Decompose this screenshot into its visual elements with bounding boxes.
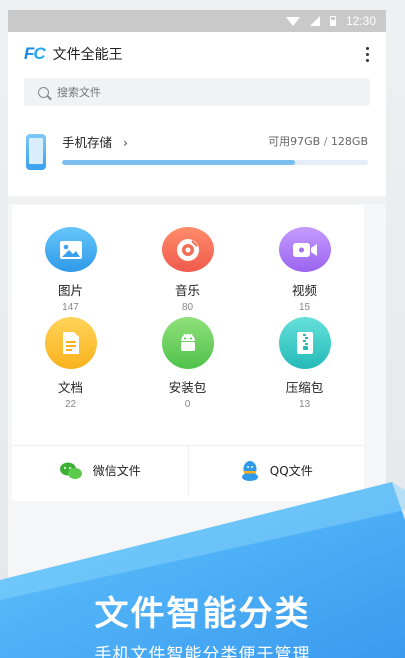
category-label: 音乐 — [174, 283, 200, 298]
category-label: 图片 — [57, 283, 83, 298]
qq-icon — [241, 460, 258, 481]
phone-storage-card[interactable]: 手机存储 › 可用97GB / 128GB — [8, 118, 386, 204]
category-row: 文档 22 安装包 0 压缩包 13 — [12, 313, 364, 421]
category-zip[interactable]: 压缩包 13 — [246, 317, 363, 421]
category-count: 15 — [298, 302, 311, 313]
status-bar: 12:30 — [8, 10, 386, 32]
wechat-files-label: 微信文件 — [92, 464, 141, 478]
phone-icon — [26, 134, 46, 170]
video-camera-icon — [278, 227, 331, 272]
category-label: 压缩包 — [285, 380, 324, 395]
zip-icon — [278, 317, 331, 369]
category-count: 80 — [181, 302, 194, 313]
android-icon — [161, 317, 214, 369]
more-menu-icon[interactable] — [364, 46, 370, 62]
storage-title: 手机存储 — [62, 134, 113, 150]
app-title: 文件全能王 — [52, 47, 123, 63]
promo-banner: 文件智能分类 手机文件智能分类便于管理 — [0, 480, 405, 658]
search-bar — [8, 76, 386, 118]
storage-usage: 可用97GB / 128GB — [268, 133, 368, 149]
category-label: 视频 — [291, 283, 317, 298]
battery-icon — [329, 16, 336, 26]
status-time: 12:30 — [345, 14, 376, 28]
category-count: 147 — [62, 302, 79, 313]
category-grid: 图片 147 音乐 80 视频 15 文档 22 安装包 0 压缩包 13 微信… — [12, 205, 364, 501]
category-documents[interactable]: 文档 22 — [12, 317, 129, 421]
category-label: 安装包 — [168, 380, 207, 395]
wechat-icon — [59, 462, 82, 479]
storage-available: 可用97GB — [268, 135, 321, 148]
category-row: 图片 147 音乐 80 视频 15 — [12, 205, 364, 313]
search-box[interactable] — [24, 78, 370, 106]
search-input[interactable] — [57, 85, 257, 99]
storage-total: 128GB — [330, 135, 368, 148]
image-icon — [44, 227, 97, 272]
category-label: 文档 — [57, 380, 83, 395]
music-disc-icon — [161, 227, 214, 272]
category-video[interactable]: 视频 15 — [246, 227, 363, 313]
wifi-icon — [285, 16, 300, 26]
storage-separator: / — [323, 135, 328, 148]
category-count: 0 — [184, 399, 191, 410]
storage-progress-fill — [62, 160, 295, 165]
category-apk[interactable]: 安装包 0 — [129, 317, 246, 421]
category-count: 22 — [64, 399, 77, 410]
banner-subtitle: 手机文件智能分类便于管理 — [94, 645, 311, 658]
storage-progress-bar — [62, 160, 368, 165]
app-bar: FC 文件全能王 — [8, 32, 386, 76]
category-count: 13 — [298, 399, 311, 410]
signal-icon — [309, 16, 320, 26]
category-music[interactable]: 音乐 80 — [129, 227, 246, 313]
category-images[interactable]: 图片 147 — [12, 227, 129, 313]
qq-files-label: QQ文件 — [269, 464, 313, 478]
document-icon — [44, 317, 97, 369]
chevron-right-icon: › — [123, 135, 128, 150]
banner-title: 文件智能分类 — [94, 594, 311, 634]
app-logo: FC — [24, 44, 46, 63]
search-icon — [38, 86, 49, 98]
